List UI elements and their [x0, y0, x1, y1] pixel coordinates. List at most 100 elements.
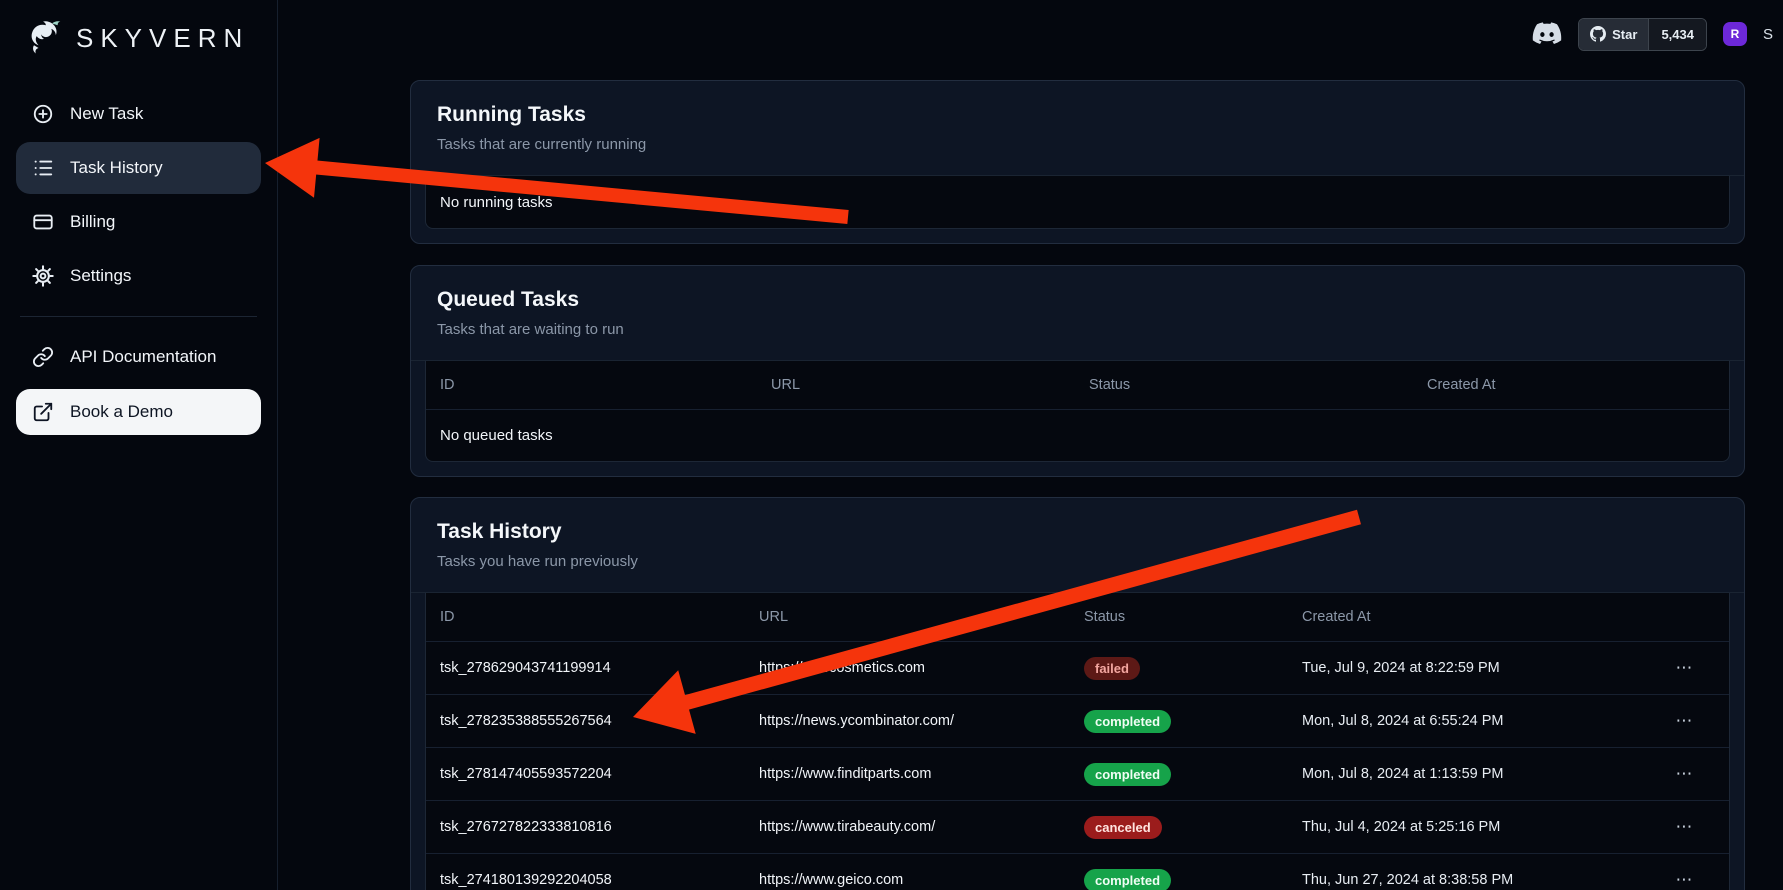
column-header-id: ID: [426, 377, 771, 393]
task-url: https://elitecosmetics.com: [759, 660, 1084, 676]
task-created-at: Mon, Jul 8, 2024 at 1:13:59 PM: [1302, 766, 1665, 782]
sidebar-item-settings[interactable]: Settings: [16, 250, 261, 302]
row-menu-button[interactable]: ⋯: [1665, 764, 1705, 784]
external-link-icon: [32, 401, 54, 423]
queued-tasks-header: Queued Tasks Tasks that are waiting to r…: [411, 266, 1744, 361]
running-tasks-card: Running Tasks Tasks that are currently r…: [410, 80, 1745, 244]
sidebar-item-label: Task History: [70, 158, 163, 178]
sidebar-divider: [20, 316, 257, 317]
task-history-body: ID URL Status Created At tsk_27862904374…: [411, 593, 1744, 890]
running-tasks-empty: No running tasks: [426, 176, 1729, 228]
sidebar-item-book-a-demo[interactable]: Book a Demo: [16, 389, 261, 435]
card-subtitle: Tasks you have run previously: [437, 552, 1718, 572]
table-header-row: ID URL Status Created At: [426, 361, 1729, 409]
column-header-url: URL: [759, 609, 1084, 625]
column-header-status: Status: [1084, 609, 1302, 625]
sidebar-item-label: Book a Demo: [70, 402, 173, 422]
link-icon: [32, 346, 54, 368]
column-header-status: Status: [1089, 377, 1427, 393]
ellipsis-icon: ⋯: [1676, 817, 1695, 837]
dragon-logo-icon: [22, 18, 66, 58]
column-header-url: URL: [771, 377, 1089, 393]
task-id: tsk_278147405593572204: [426, 766, 759, 782]
running-tasks-header: Running Tasks Tasks that are currently r…: [411, 81, 1744, 176]
main-content: Star 5,434 R S Running Tasks Tasks that …: [278, 0, 1783, 890]
cards-column: Running Tasks Tasks that are currently r…: [410, 80, 1745, 890]
plus-circle-icon: [32, 103, 54, 125]
running-tasks-body: No running tasks: [411, 176, 1744, 243]
discord-button[interactable]: [1532, 22, 1562, 46]
sidebar-item-billing[interactable]: Billing: [16, 196, 261, 248]
status-badge: completed: [1084, 763, 1171, 786]
task-history-card: Task History Tasks you have run previous…: [410, 497, 1745, 890]
status-badge: completed: [1084, 710, 1171, 733]
task-id: tsk_274180139292204058: [426, 872, 759, 888]
sidebar-item-api-documentation[interactable]: API Documentation: [16, 331, 261, 383]
sidebar: SKYVERN New Task Task History: [0, 0, 278, 890]
column-header-id: ID: [426, 609, 759, 625]
card-subtitle: Tasks that are waiting to run: [437, 320, 1718, 340]
status-badge: completed: [1084, 869, 1171, 890]
ellipsis-icon: ⋯: [1676, 658, 1695, 678]
ellipsis-icon: ⋯: [1676, 870, 1695, 890]
topbar: Star 5,434 R S: [278, 0, 1783, 68]
brand-logo[interactable]: SKYVERN: [16, 18, 261, 58]
table-row[interactable]: tsk_278147405593572204 https://www.findi…: [426, 747, 1729, 800]
task-url: https://www.finditparts.com: [759, 766, 1084, 782]
table-row[interactable]: tsk_278235388555267564 https://news.ycom…: [426, 694, 1729, 747]
github-icon: [1590, 26, 1606, 42]
ellipsis-icon: ⋯: [1676, 711, 1695, 731]
gear-icon: [32, 265, 54, 287]
task-history-table: ID URL Status Created At tsk_27862904374…: [425, 593, 1730, 890]
queued-tasks-body: ID URL Status Created At No queued tasks: [411, 361, 1744, 476]
sidebar-item-label: Settings: [70, 266, 131, 286]
card-title: Task History: [437, 518, 1718, 546]
card-title: Running Tasks: [437, 101, 1718, 129]
app-root: SKYVERN New Task Task History: [0, 0, 1783, 890]
task-url: https://news.ycombinator.com/: [759, 713, 1084, 729]
task-url: https://www.tirabeauty.com/: [759, 819, 1084, 835]
list-icon: [32, 157, 54, 179]
card-subtitle: Tasks that are currently running: [437, 135, 1718, 155]
row-menu-button[interactable]: ⋯: [1665, 711, 1705, 731]
sidebar-item-label: API Documentation: [70, 347, 216, 367]
user-name-partial: S: [1763, 26, 1773, 43]
discord-icon: [1532, 22, 1562, 46]
table-row[interactable]: tsk_274180139292204058 https://www.geico…: [426, 853, 1729, 890]
task-id: tsk_276727822333810816: [426, 819, 759, 835]
task-created-at: Thu, Jul 4, 2024 at 5:25:16 PM: [1302, 819, 1665, 835]
queued-tasks-table: ID URL Status Created At No queued tasks: [425, 361, 1730, 462]
brand-name: SKYVERN: [76, 23, 249, 54]
task-history-header: Task History Tasks you have run previous…: [411, 498, 1744, 593]
sidebar-item-label: Billing: [70, 212, 115, 232]
github-star-button[interactable]: Star 5,434: [1578, 18, 1707, 51]
task-created-at: Mon, Jul 8, 2024 at 6:55:24 PM: [1302, 713, 1665, 729]
column-header-created: Created At: [1427, 377, 1729, 393]
column-header-created: Created At: [1302, 609, 1665, 625]
task-url: https://www.geico.com: [759, 872, 1084, 888]
ellipsis-icon: ⋯: [1676, 764, 1695, 784]
task-id: tsk_278629043741199914: [426, 660, 759, 676]
sidebar-item-label: New Task: [70, 104, 143, 124]
queued-tasks-empty: No queued tasks: [426, 409, 1729, 461]
task-created-at: Thu, Jun 27, 2024 at 8:38:58 PM: [1302, 872, 1665, 888]
sidebar-nav: New Task Task History Billing: [16, 88, 261, 435]
row-menu-button[interactable]: ⋯: [1665, 658, 1705, 678]
status-badge: failed: [1084, 657, 1140, 680]
card-title: Queued Tasks: [437, 286, 1718, 314]
queued-tasks-card: Queued Tasks Tasks that are waiting to r…: [410, 265, 1745, 477]
github-star-label: Star: [1612, 27, 1637, 42]
row-menu-button[interactable]: ⋯: [1665, 817, 1705, 837]
table-row[interactable]: tsk_278629043741199914 https://elitecosm…: [426, 641, 1729, 694]
credit-card-icon: [32, 211, 54, 233]
user-avatar[interactable]: R: [1723, 22, 1747, 46]
task-id: tsk_278235388555267564: [426, 713, 759, 729]
table-row[interactable]: tsk_276727822333810816 https://www.tirab…: [426, 800, 1729, 853]
task-created-at: Tue, Jul 9, 2024 at 8:22:59 PM: [1302, 660, 1665, 676]
row-menu-button[interactable]: ⋯: [1665, 870, 1705, 890]
sidebar-item-task-history[interactable]: Task History: [16, 142, 261, 194]
sidebar-item-new-task[interactable]: New Task: [16, 88, 261, 140]
github-star-count: 5,434: [1649, 19, 1706, 50]
table-header-row: ID URL Status Created At: [426, 593, 1729, 641]
status-badge: canceled: [1084, 816, 1162, 839]
